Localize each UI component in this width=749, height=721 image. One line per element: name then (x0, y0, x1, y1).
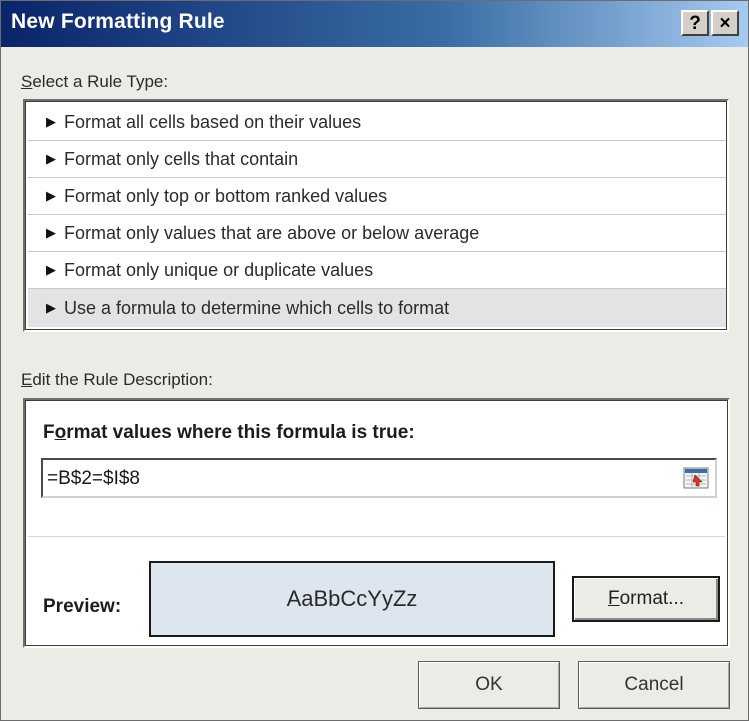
formula-heading-hotkey: o (54, 422, 67, 443)
rule-type-label-text: elect a Rule Type: (32, 72, 169, 91)
new-formatting-rule-dialog: New Formatting Rule ? × Select a Rule Ty… (0, 0, 749, 721)
rule-type-item[interactable]: ▶ Format only values that are above or b… (28, 215, 726, 252)
rule-type-item-label: Format only top or bottom ranked values (64, 185, 388, 206)
preview-sample: AaBbCcYyZz (149, 561, 555, 637)
close-icon: × (719, 12, 731, 34)
ok-button[interactable]: OK (418, 661, 560, 709)
rule-description-label-text: dit the Rule Description: (32, 370, 213, 389)
rule-type-label-hotkey: S (21, 72, 33, 91)
title-bar[interactable]: New Formatting Rule ? × (1, 1, 748, 47)
cancel-button-label: Cancel (624, 674, 684, 695)
rule-type-item-label: Format only unique or duplicate values (64, 259, 374, 280)
play-arrow-icon: ▶ (46, 114, 56, 129)
description-divider (28, 536, 725, 537)
cancel-button[interactable]: Cancel (578, 661, 730, 709)
help-icon: ? (689, 12, 701, 34)
rule-type-item-label: Format only values that are above or bel… (64, 222, 480, 243)
rule-type-item-label: Use a formula to determine which cells t… (64, 297, 450, 318)
format-button-label: ormat... (619, 588, 684, 609)
preview-label: Preview: (43, 596, 122, 617)
play-arrow-icon: ▶ (46, 188, 56, 203)
window-title: New Formatting Rule (11, 10, 225, 33)
formula-heading-text: rmat values where this formula is true: (66, 422, 415, 443)
play-arrow-icon: ▶ (46, 151, 56, 166)
preview-sample-text: AaBbCcYyZz (286, 586, 418, 611)
rule-description-label-hotkey: E (21, 370, 33, 389)
format-button-hotkey: F (607, 588, 620, 609)
rule-type-item[interactable]: ▶ Format all cells based on their values (28, 104, 726, 141)
play-arrow-icon: ▶ (46, 300, 56, 315)
formula-heading: Format values where this formula is true… (43, 422, 415, 444)
formula-heading-start: F (43, 422, 55, 443)
formula-input-value: =B$2=$I$8 (47, 468, 140, 489)
close-button[interactable]: × (711, 10, 739, 36)
help-button[interactable]: ? (681, 10, 709, 36)
rule-type-item[interactable]: ▶ Format only top or bottom ranked value… (28, 178, 726, 215)
rule-description-label: Edit the Rule Description: (21, 370, 213, 390)
collapse-dialog-icon[interactable] (683, 466, 709, 490)
play-arrow-icon: ▶ (46, 225, 56, 240)
rule-type-item[interactable]: ▶ Format only unique or duplicate values (28, 252, 726, 289)
rule-type-label: Select a Rule Type: (21, 72, 168, 92)
formula-input[interactable]: =B$2=$I$8 (41, 458, 717, 498)
rule-type-item-label: Format all cells based on their values (64, 111, 362, 132)
rule-type-list[interactable]: ▶ Format all cells based on their values… (23, 99, 729, 332)
rule-description-panel: Format values where this formula is true… (23, 398, 730, 648)
rule-type-item-selected[interactable]: ▶ Use a formula to determine which cells… (28, 289, 726, 327)
ok-button-label: OK (475, 674, 503, 695)
rule-type-item-label: Format only cells that contain (64, 148, 299, 169)
play-arrow-icon: ▶ (46, 262, 56, 277)
format-button[interactable]: Format... (572, 576, 720, 622)
rule-type-item[interactable]: ▶ Format only cells that contain (28, 141, 726, 178)
